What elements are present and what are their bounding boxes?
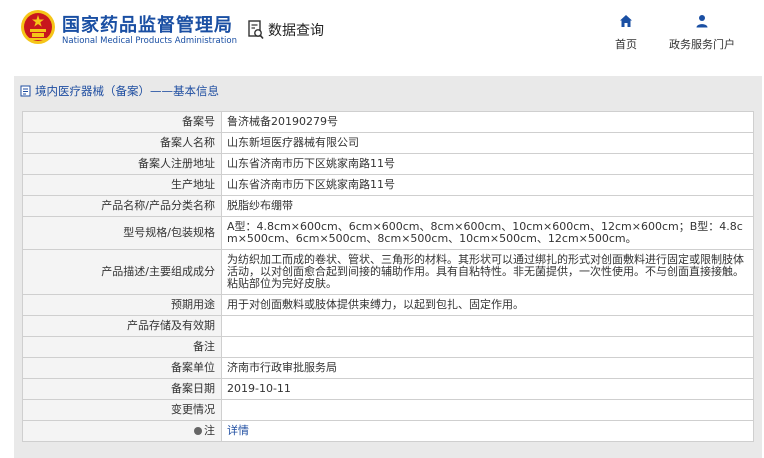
row-value: 济南市行政审批服务局 bbox=[221, 357, 754, 379]
home-icon bbox=[620, 15, 632, 27]
row-value: 为纺织加工而成的卷状、管状、三角形的材料。其形状可以通过绑扎的形式对创面敷料进行… bbox=[221, 249, 754, 295]
row-value bbox=[221, 315, 754, 337]
row-value bbox=[221, 399, 754, 421]
table-row: 预期用途 用于对创面敷料或肢体提供束缚力，以起到包扎、固定作用。 bbox=[22, 294, 754, 316]
table-row: 备案人注册地址 山东省济南市历下区姚家南路11号 bbox=[22, 153, 754, 175]
data-query-label: 数据查询 bbox=[268, 23, 324, 39]
row-label: 备案号 bbox=[22, 111, 222, 133]
spec-text: A型：4.8cm×600cm、6cm×600cm、8cm×600cm、10cm×… bbox=[227, 220, 743, 245]
row-value bbox=[221, 336, 754, 358]
row-value: 脱脂纱布绷带 bbox=[221, 195, 754, 217]
site-title: 国家药品监督管理局 bbox=[62, 15, 233, 36]
row-value: 鲁济械备20190279号 bbox=[221, 111, 754, 133]
emblem-icon bbox=[21, 10, 55, 44]
table-row: 备案单位 济南市行政审批服务局 bbox=[22, 357, 754, 379]
description-text: 为纺织加工而成的卷状、管状、三角形的材料。其形状可以通过绑扎的形式对创面敷料进行… bbox=[227, 253, 744, 290]
row-value: 用于对创面敷料或肢体提供束缚力，以起到包扎、固定作用。 bbox=[221, 294, 754, 316]
row-label: 备案人名称 bbox=[22, 132, 222, 154]
document-icon bbox=[20, 85, 31, 97]
table-row: 注 详情 bbox=[22, 420, 754, 442]
table-row: 备案人名称 山东新垣医疗器械有限公司 bbox=[22, 132, 754, 154]
table-row: 备案日期 2019-10-11 bbox=[22, 378, 754, 400]
row-label: 预期用途 bbox=[22, 294, 222, 316]
table-row: 产品描述/主要组成成分 为纺织加工而成的卷状、管状、三角形的材料。其形状可以通过… bbox=[22, 249, 754, 295]
row-value: A型：4.8cm×600cm、6cm×600cm、8cm×600cm、10cm×… bbox=[221, 216, 754, 250]
nav-home-label: 首页 bbox=[615, 38, 637, 51]
document-search-icon bbox=[248, 20, 264, 40]
user-icon bbox=[696, 15, 708, 28]
table-row: 备案号 鲁济械备20190279号 bbox=[22, 111, 754, 133]
row-value: 山东省济南市历下区姚家南路11号 bbox=[221, 174, 754, 196]
row-label: 产品描述/主要组成成分 bbox=[22, 249, 222, 295]
row-label: 备案单位 bbox=[22, 357, 222, 379]
row-label: 备案日期 bbox=[22, 378, 222, 400]
table-row: 备注 bbox=[22, 336, 754, 358]
row-value: 山东新垣医疗器械有限公司 bbox=[221, 132, 754, 154]
details-link[interactable]: 详情 bbox=[227, 424, 249, 437]
row-label: 型号规格/包装规格 bbox=[22, 216, 222, 250]
data-query-link[interactable]: 数据查询 bbox=[248, 20, 324, 40]
nav-home[interactable]: 首页 bbox=[606, 14, 646, 52]
table-row: 变更情况 bbox=[22, 399, 754, 421]
row-label: 备案人注册地址 bbox=[22, 153, 222, 175]
nav-service-portal[interactable]: 政务服务门户 bbox=[660, 14, 744, 52]
row-label: 生产地址 bbox=[22, 174, 222, 196]
site-subtitle: National Medical Products Administration bbox=[62, 36, 237, 46]
row-value: 山东省济南市历下区姚家南路11号 bbox=[221, 153, 754, 175]
table-row: 产品名称/产品分类名称 脱脂纱布绷带 bbox=[22, 195, 754, 217]
table-row: 产品存储及有效期 bbox=[22, 315, 754, 337]
nav-service-portal-label: 政务服务门户 bbox=[669, 38, 735, 51]
row-value: 2019-10-11 bbox=[221, 378, 754, 400]
row-label: 备注 bbox=[22, 336, 222, 358]
note-label-cell: 注 bbox=[22, 420, 222, 442]
record-panel: 境内医疗器械（备案）——基本信息 备案号 鲁济械备20190279号 备案人名称… bbox=[14, 76, 762, 458]
row-label: 产品存储及有效期 bbox=[22, 315, 222, 337]
table-row: 生产地址 山东省济南市历下区姚家南路11号 bbox=[22, 174, 754, 196]
row-label: 注 bbox=[204, 424, 215, 437]
panel-title: 境内医疗器械（备案）——基本信息 bbox=[20, 83, 219, 99]
site-header: 国家药品监督管理局 National Medical Products Admi… bbox=[0, 0, 764, 66]
panel-title-text: 境内医疗器械（备案）——基本信息 bbox=[35, 84, 219, 98]
record-table: 备案号 鲁济械备20190279号 备案人名称 山东新垣医疗器械有限公司 备案人… bbox=[22, 111, 754, 442]
bullet-icon bbox=[194, 427, 202, 435]
table-row: 型号规格/包装规格 A型：4.8cm×600cm、6cm×600cm、8cm×6… bbox=[22, 216, 754, 250]
row-label: 变更情况 bbox=[22, 399, 222, 421]
row-value: 详情 bbox=[221, 420, 754, 442]
row-label: 产品名称/产品分类名称 bbox=[22, 195, 222, 217]
